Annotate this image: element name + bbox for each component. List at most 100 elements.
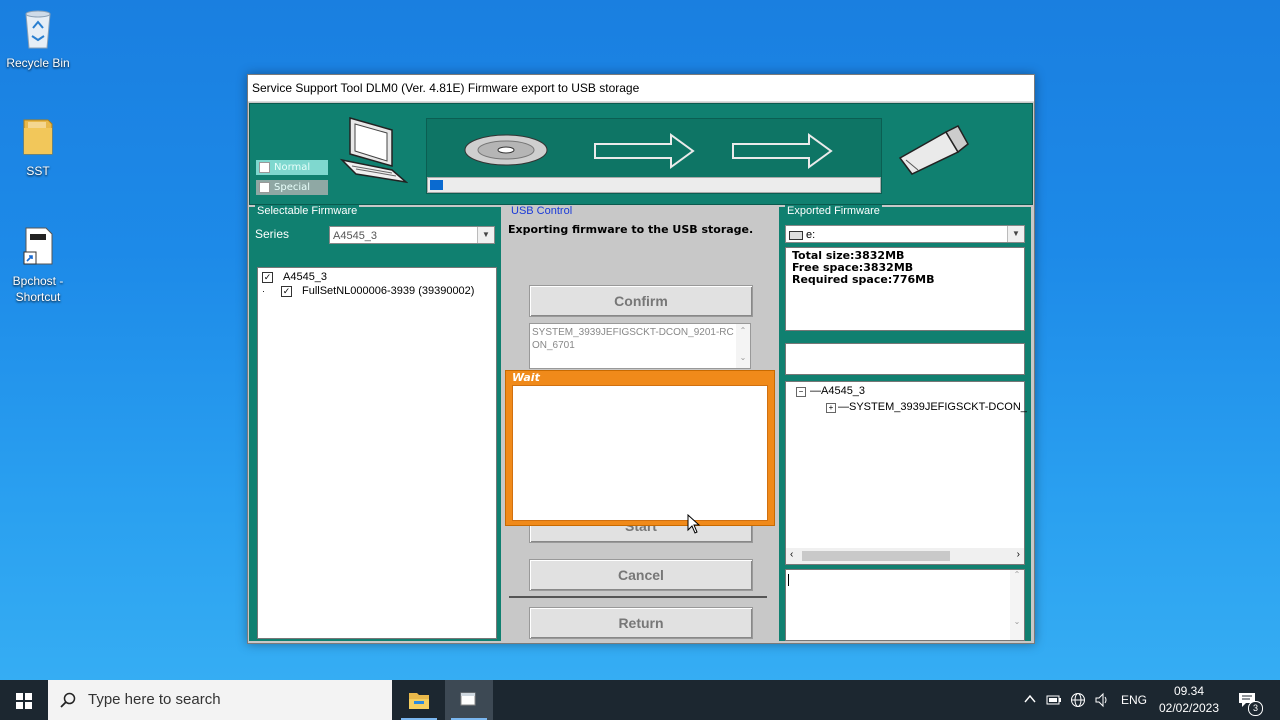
chevron-down-icon[interactable]: ⌄ — [1010, 617, 1024, 626]
drive-dropdown[interactable]: e: ▼ — [785, 225, 1025, 243]
clock-date: 02/02/2023 — [1158, 701, 1220, 715]
chevron-up-icon[interactable]: ⌃ — [1010, 570, 1024, 579]
windows-logo-icon — [16, 693, 32, 709]
tree-item[interactable]: ✓ A4545_3 — [262, 270, 327, 284]
taskbar-search[interactable]: Type here to search — [48, 680, 392, 720]
chevron-right-icon[interactable]: › — [1017, 549, 1020, 560]
firmware-tree: ✓ A4545_3 · ✓ FullSetNL000006-3939 (3939000… — [257, 267, 497, 639]
exported-tree[interactable]: − —A4545_3 + —SYSTEM_3939JEFIGSCKT-DCON_ ‹… — [785, 381, 1027, 565]
shortcut-file-icon — [23, 227, 53, 265]
mouse-cursor-icon — [687, 514, 701, 534]
desktop-icon-sst[interactable]: SST — [1, 114, 75, 179]
listbox-scrollbar[interactable]: ⌃ ⌄ — [736, 324, 750, 368]
special-mode-label: Special — [274, 182, 311, 193]
taskbar-sst-app[interactable] — [445, 680, 493, 720]
clock-time: 09.34 — [1173, 684, 1205, 698]
window-client: Normal Special Selectable Firmware Serie… — [248, 102, 1034, 643]
start-button[interactable] — [0, 680, 48, 720]
tree-item[interactable]: · ✓ FullSetNL000006-3939 (39390002) — [262, 284, 474, 298]
series-label: Series — [255, 227, 290, 241]
arrow-right-icon — [732, 133, 833, 169]
collapse-icon[interactable]: − — [796, 387, 806, 397]
taskbar-file-explorer[interactable] — [395, 680, 443, 720]
group-label: Selectable Firmware — [255, 205, 360, 217]
normal-mode-checkbox[interactable]: Normal — [256, 160, 328, 175]
transfer-panel: Normal Special — [249, 103, 1033, 205]
sst-window: Service Support Tool DLM0 (Ver. 4.81E) F… — [247, 74, 1035, 644]
series-dropdown[interactable]: A4545_3 ▼ — [329, 226, 495, 244]
vertical-scrollbar[interactable]: ⌃ ⌄ — [1010, 570, 1024, 640]
required-space: Required space:776MB — [792, 273, 935, 286]
recycle-bin-icon — [25, 10, 51, 49]
usb-drive-icon — [898, 125, 969, 175]
series-value: A4545_3 — [333, 230, 378, 242]
disc-icon — [464, 134, 548, 166]
chevron-up-icon[interactable]: ⌃ — [736, 324, 750, 337]
exported-firmware-group: Exported Firmware e: ▼ Total size:3832MB… — [779, 205, 1031, 641]
laptop-icon — [339, 117, 408, 184]
desktop-icon-label: SST — [26, 164, 50, 178]
group-label: Exported Firmware — [785, 205, 882, 217]
search-icon — [60, 692, 76, 708]
arrow-right-icon — [594, 133, 695, 169]
desktop-icon-label: Bpchost - Shortcut — [12, 274, 64, 304]
folder-icon — [23, 119, 53, 155]
text-cursor — [788, 574, 789, 586]
progress-area — [426, 118, 882, 194]
firmware-listbox[interactable]: SYSTEM_3939JEFIGSCKT-DCON_9201-RCON_6701… — [529, 323, 751, 369]
tree-item-label: SYSTEM_3939JEFIGSCKT-DCON_ — [849, 401, 1027, 413]
tree-item[interactable]: + —SYSTEM_3939JEFIGSCKT-DCON_ — [826, 400, 1027, 414]
volume-icon[interactable] — [1094, 692, 1110, 708]
divider — [509, 596, 767, 598]
confirm-button[interactable]: Confirm — [529, 285, 753, 317]
listbox-item: SYSTEM_3939JEFIGSCKT-DCON_9201-RCON_6701 — [532, 327, 734, 351]
checkbox-box — [259, 162, 270, 173]
search-placeholder: Type here to search — [88, 691, 221, 708]
export-progress-bar — [427, 177, 881, 193]
chevron-down-icon[interactable]: ▼ — [1007, 226, 1024, 242]
chevron-up-icon[interactable] — [1024, 694, 1036, 704]
power-battery-icon[interactable] — [1046, 693, 1062, 707]
selectable-firmware-group: Selectable Firmware Series A4545_3 ▼ ✓ A4… — [249, 205, 501, 641]
chevron-down-icon[interactable]: ▼ — [477, 227, 494, 243]
notification-count: 3 — [1248, 701, 1263, 716]
tree-expand-icon[interactable]: · — [262, 286, 265, 296]
checkbox-box — [259, 182, 270, 193]
wait-content — [512, 385, 768, 521]
wait-title: Wait — [512, 371, 540, 384]
wait-dialog: Wait — [505, 370, 775, 526]
cancel-button[interactable]: Cancel — [529, 559, 753, 591]
tree-item-label: A4545_3 — [283, 271, 328, 283]
window-title: Service Support Tool DLM0 (Ver. 4.81E) F… — [248, 75, 1034, 102]
clock[interactable]: 09.34 02/02/2023 — [1154, 683, 1224, 717]
desktop-icon-label: Recycle Bin — [6, 56, 70, 70]
expand-icon[interactable]: + — [826, 403, 836, 413]
progress-fill — [430, 180, 443, 190]
chevron-down-icon[interactable]: ⌄ — [736, 351, 750, 364]
language-indicator[interactable]: ENG — [1121, 693, 1147, 707]
taskbar: Type here to search ENG 09.34 02/02/2023 — [0, 680, 1280, 720]
horizontal-scrollbar[interactable]: ‹ › — [786, 548, 1024, 564]
chevron-left-icon[interactable]: ‹ — [790, 549, 793, 560]
status-message: Exporting firmware to the USB storage. — [508, 223, 754, 236]
desktop-icon-recycle-bin[interactable]: Recycle Bin — [1, 6, 75, 71]
blank-field — [785, 343, 1025, 375]
space-info-box: Total size:3832MB Free space:3832MB Requ… — [785, 247, 1025, 331]
usb-control-group: USB Control Exporting firmware to the US… — [503, 205, 775, 641]
checked-checkbox-icon[interactable]: ✓ — [281, 285, 292, 297]
desktop-icon-bpchost-shortcut[interactable]: Bpchost - Shortcut — [1, 224, 75, 305]
tree-item-label: A4545_3 — [821, 385, 866, 397]
action-center-button[interactable]: 3 — [1234, 688, 1263, 716]
log-textarea[interactable]: ⌃ ⌄ — [785, 569, 1025, 641]
normal-mode-label: Normal — [274, 162, 311, 173]
tree-item-label: FullSetNL000006-3939 (39390002) — [302, 285, 475, 297]
checked-checkbox-icon[interactable]: ✓ — [262, 271, 273, 283]
scrollbar-thumb[interactable] — [802, 551, 950, 561]
return-button[interactable]: Return — [529, 607, 753, 639]
drive-value: e: — [806, 229, 816, 241]
file-explorer-icon — [409, 693, 429, 709]
tree-item[interactable]: − —A4545_3 — [796, 384, 865, 398]
drive-icon — [789, 230, 803, 240]
special-mode-checkbox[interactable]: Special — [256, 180, 328, 195]
network-globe-icon[interactable] — [1070, 692, 1086, 708]
